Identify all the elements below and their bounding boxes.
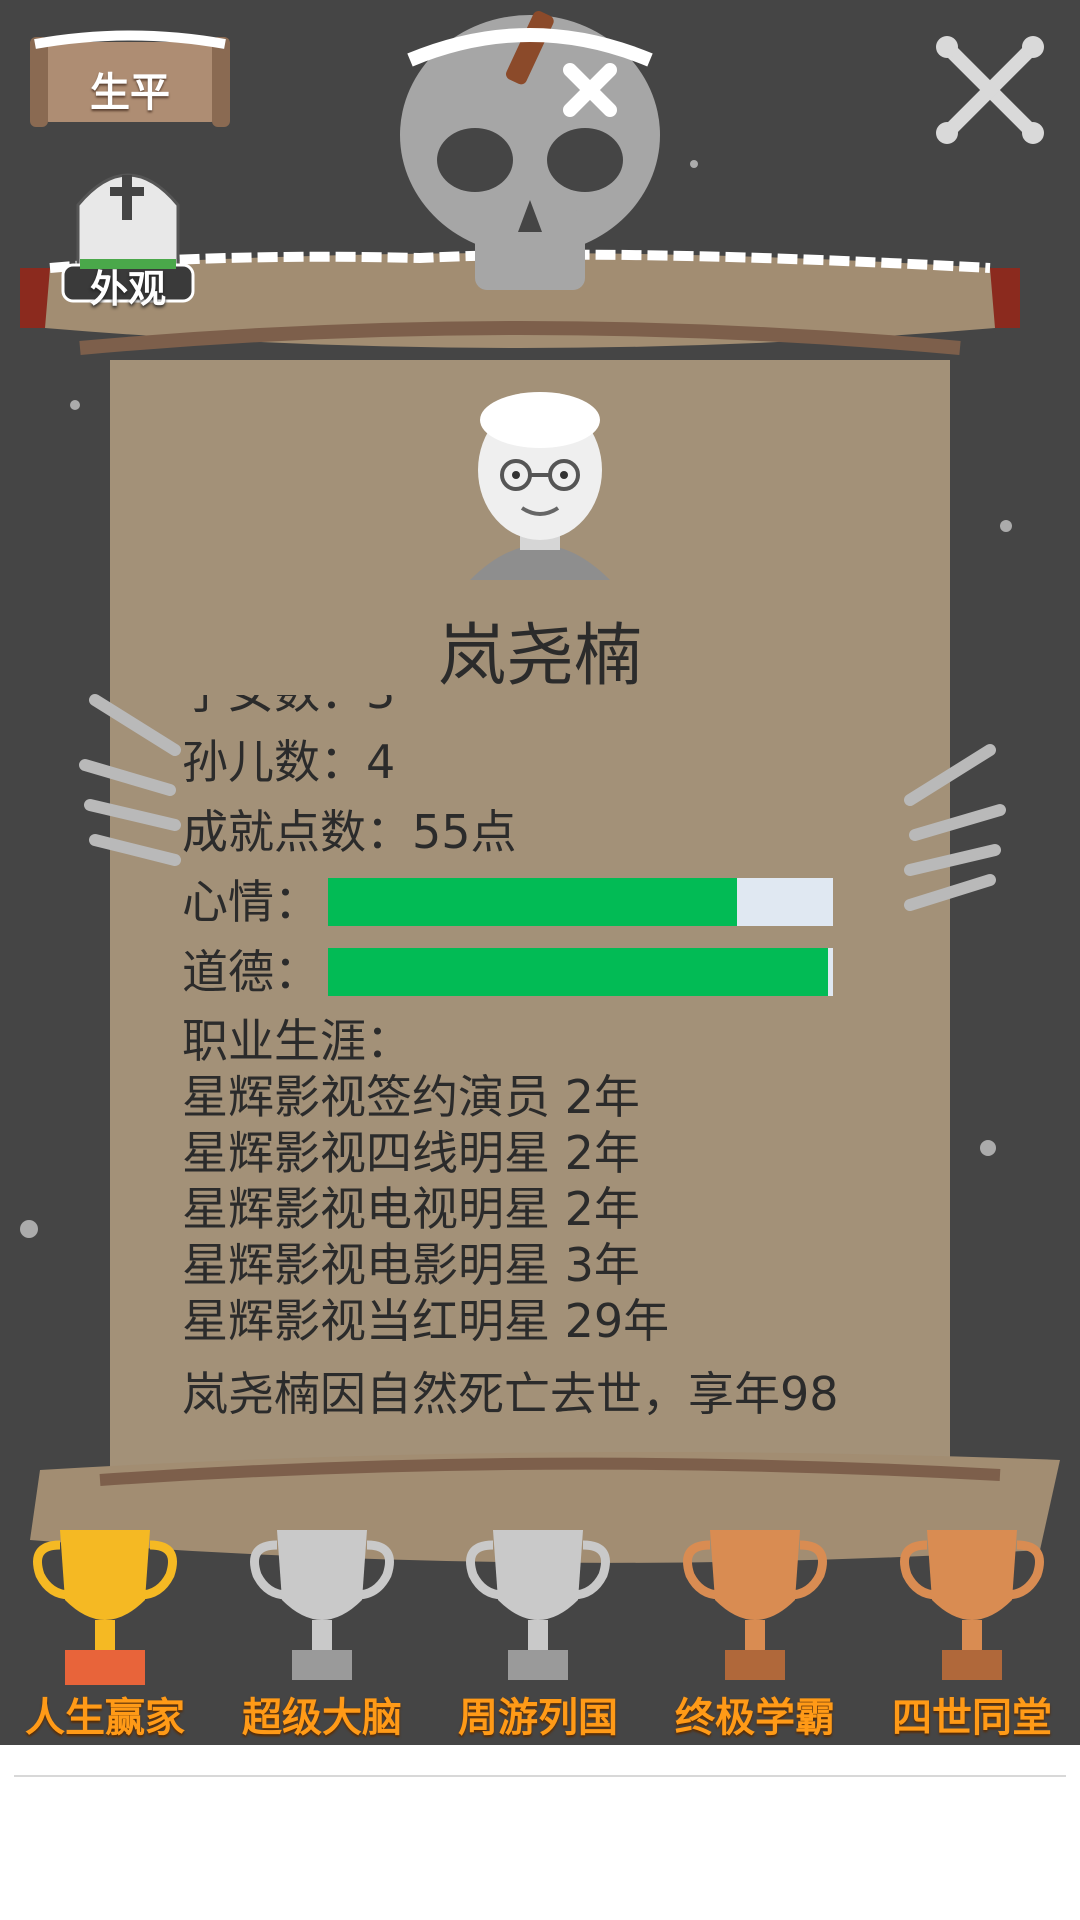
morality-row: 道德： (182, 937, 922, 1007)
career-entry: 星辉影视电影明星 3年 (182, 1238, 640, 1292)
career-entry: 星辉影视电视明星 2年 (182, 1182, 640, 1236)
gold-trophy-icon (33, 1530, 177, 1685)
bronze-trophy-icon (900, 1530, 1044, 1680)
silver-trophy-icon (250, 1530, 394, 1680)
snowflake (690, 160, 698, 168)
achievement-points: 成就点数：55点 (182, 805, 517, 859)
trophy-super-brain[interactable]: 超级大脑 (222, 1520, 422, 1741)
career-entry: 星辉影视四线明星 2年 (182, 1126, 640, 1180)
mood-bar (328, 878, 833, 926)
trophy-label: 四世同堂 (892, 1695, 1052, 1741)
trophy-label: 周游列国 (458, 1695, 618, 1741)
snowflake (1000, 520, 1012, 532)
snowflake (20, 1220, 38, 1238)
career-entry: 星辉影视签约演员 2年 (182, 1070, 640, 1124)
close-button[interactable] (935, 35, 1045, 145)
mood-label: 心情： (182, 875, 320, 929)
life-tab-label: 生平 (90, 70, 170, 116)
trophy-life-winner[interactable]: 人生赢家 (5, 1520, 205, 1741)
mood-row: 心情： (182, 867, 922, 937)
trophy-label: 超级大脑 (242, 1695, 402, 1741)
life-tab-button[interactable]: 生平 (30, 22, 230, 137)
death-summary: 岚尧楠因自然死亡去世，享年98 (182, 1367, 839, 1421)
trophy-ultimate-scholar[interactable]: 终极学霸 (655, 1520, 855, 1741)
trophy-four-generations[interactable]: 四世同堂 (872, 1520, 1072, 1741)
trophy-label: 终极学霸 (675, 1695, 835, 1741)
morality-bar (328, 948, 833, 996)
crossed-bones-close-icon (936, 36, 1044, 144)
snowflake (980, 1140, 996, 1156)
morality-label: 道德： (182, 945, 320, 999)
game-screen: 生平 外观 岚尧楠 孙儿数：4 成就点数：55点 心情： 道德： 职业生涯： 星… (0, 0, 1080, 1745)
silver-trophy-icon (466, 1530, 610, 1680)
life-info-panel[interactable]: 子女数：3 孙儿数：4 成就点数：55点 心情： 道德： 职业生涯： 星辉影视签… (182, 695, 922, 1460)
skull-icon (400, 11, 660, 290)
mood-bar-fill (328, 878, 738, 926)
career-entry: 星辉影视当红明星 29年 (182, 1294, 670, 1348)
appearance-button[interactable]: 外观 (58, 155, 198, 311)
trophy-world-traveler[interactable]: 周游列国 (438, 1520, 638, 1741)
career-title: 职业生涯： (182, 1014, 412, 1068)
bone-hand-left-icon (79, 694, 181, 866)
bottom-divider (14, 1775, 1066, 1777)
snowflake (70, 400, 80, 410)
elderly-man-avatar (470, 392, 610, 580)
grandchildren-count: 孙儿数：4 (182, 735, 396, 789)
trophy-label: 人生赢家 (25, 1695, 185, 1741)
appearance-label: 外观 (89, 267, 166, 311)
bronze-trophy-icon (683, 1530, 827, 1680)
children-count: 子女数：3 (182, 695, 922, 727)
character-name: 岚尧楠 (437, 617, 642, 696)
morality-bar-fill (328, 948, 828, 996)
